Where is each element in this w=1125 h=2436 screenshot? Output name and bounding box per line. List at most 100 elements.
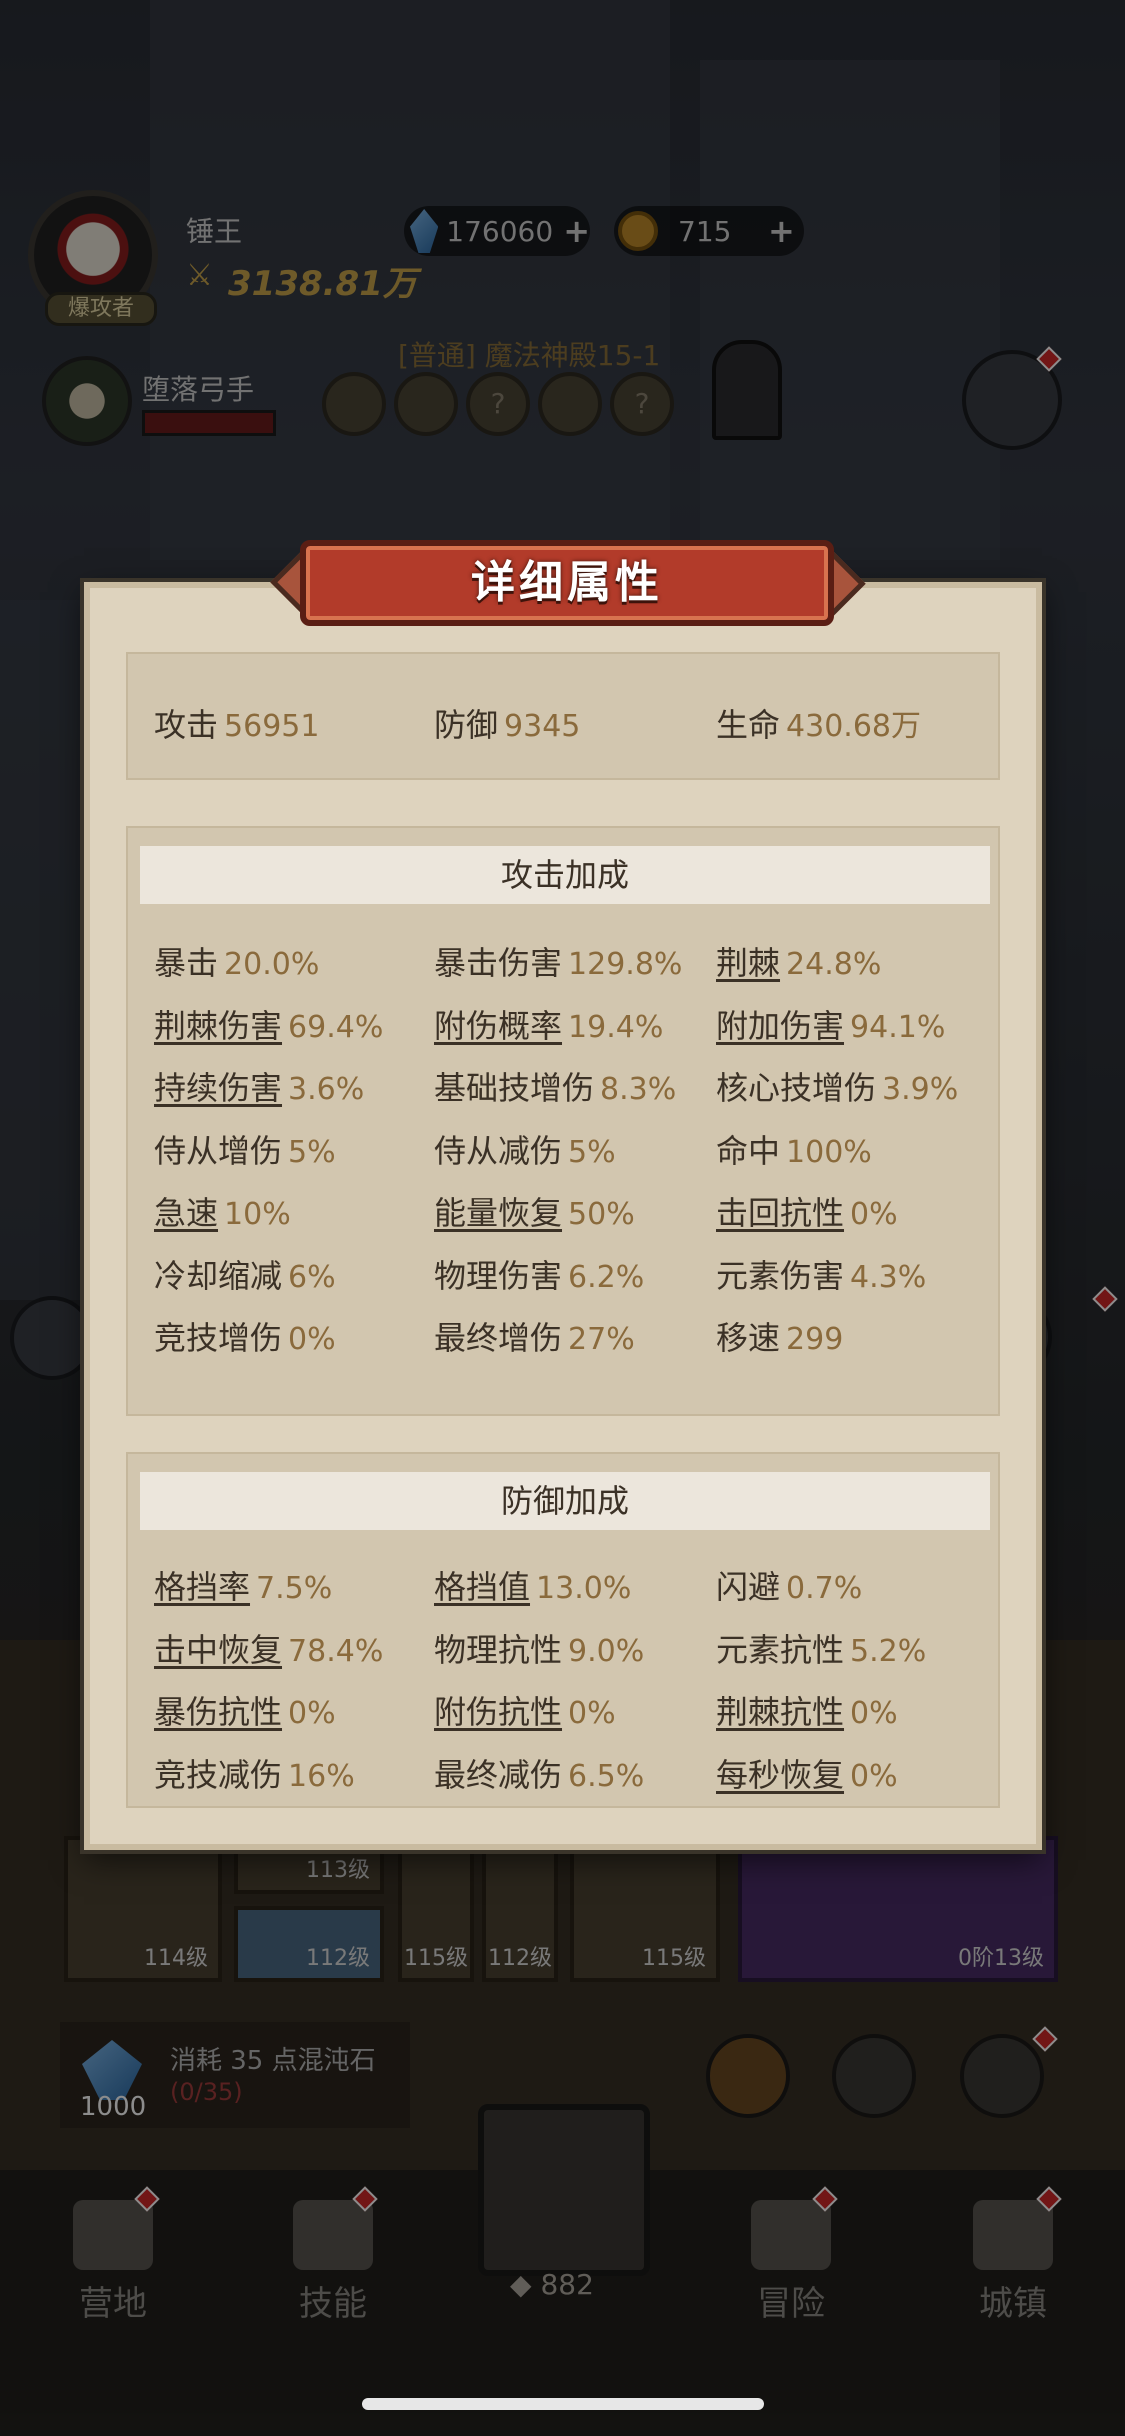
- stat-label: 最终增伤: [434, 1319, 563, 1357]
- stat-label: 急速: [154, 1194, 219, 1232]
- stat-item: 最终增伤 27%: [434, 1313, 635, 1359]
- stat-item[interactable]: 格挡率 7.5%: [154, 1562, 332, 1608]
- stat-item: 暴击 20.0%: [154, 938, 319, 984]
- stat-value: 8.3%: [600, 1072, 677, 1107]
- stat-item[interactable]: 急速 10%: [154, 1188, 291, 1234]
- stat-value: 69.4%: [288, 1009, 384, 1045]
- stat-value: 299: [786, 1322, 844, 1357]
- stat-value: 3.9%: [882, 1072, 959, 1107]
- stat-value: 5%: [288, 1134, 336, 1170]
- stat-label: 格挡值: [434, 1568, 531, 1606]
- stat-value: 0%: [850, 1197, 898, 1232]
- stat-item: 物理伤害 6.2%: [434, 1251, 644, 1297]
- stat-value: 3.6%: [288, 1072, 365, 1107]
- stat-label: 附伤概率: [434, 1006, 563, 1045]
- stat-label: 荆棘抗性: [716, 1693, 845, 1731]
- defense-section-title: 防御加成: [140, 1472, 990, 1530]
- stat-value: 0.7%: [786, 1571, 863, 1606]
- stat-label: 暴击伤害: [434, 944, 563, 982]
- stat-label: 基础技增伤: [434, 1069, 595, 1107]
- stat-value: 27%: [568, 1322, 635, 1357]
- stat-value: 0%: [850, 1696, 898, 1731]
- stat-item[interactable]: 持续伤害 3.6%: [154, 1063, 364, 1109]
- stat-value: 0%: [288, 1322, 336, 1357]
- stat-value: 19.4%: [568, 1009, 664, 1045]
- attack-bonus-section: 攻击加成 暴击 20.0% 暴击伤害 129.8% 荆棘 24.8% 荆棘伤害 69.4% 附伤…: [126, 826, 1000, 1416]
- stat-value: 9.0%: [568, 1633, 645, 1669]
- stat-item[interactable]: 附伤概率 19.4%: [434, 1001, 663, 1047]
- stat-item[interactable]: 荆棘 24.8%: [716, 938, 881, 984]
- modal-title: 详细属性: [471, 557, 663, 608]
- stat-value: 6.5%: [568, 1758, 645, 1794]
- stat-label: 移速: [716, 1319, 781, 1357]
- stat-label: 附伤抗性: [434, 1693, 563, 1731]
- stat-label: 附加伤害: [716, 1006, 845, 1045]
- stat-label: 最终减伤: [434, 1755, 563, 1794]
- home-indicator: [362, 2398, 764, 2410]
- stat-value: 94.1%: [850, 1009, 946, 1045]
- stat-item: 物理抗性 9.0%: [434, 1625, 644, 1671]
- summary-attack: 攻击 56951: [154, 706, 320, 744]
- summary-health: 生命 430.68万: [716, 706, 921, 744]
- stat-value: 10%: [224, 1197, 291, 1232]
- stat-item: 闪避 0.7%: [716, 1562, 862, 1608]
- stat-value: 7.5%: [256, 1571, 333, 1606]
- stat-value: 0%: [288, 1696, 336, 1731]
- stat-item: 移速 299: [716, 1313, 843, 1359]
- stat-item: 暴击伤害 129.8%: [434, 938, 682, 984]
- stat-value: 5%: [568, 1134, 616, 1170]
- attack-section-title: 攻击加成: [140, 846, 990, 904]
- stat-item[interactable]: 附伤抗性 0%: [434, 1687, 616, 1733]
- stat-label: 核心技增伤: [716, 1069, 877, 1107]
- stat-value: 100%: [786, 1134, 872, 1170]
- summary-stats: 攻击 56951 防御 9345 生命 430.68万: [126, 652, 1000, 780]
- stat-label: 闪避: [716, 1568, 781, 1606]
- stat-label: 冷却缩减: [154, 1256, 283, 1295]
- stat-item: 侍从增伤 5%: [154, 1126, 336, 1172]
- stat-label: 侍从增伤: [154, 1131, 283, 1170]
- stat-label: 能量恢复: [434, 1194, 563, 1232]
- stat-item[interactable]: 能量恢复 50%: [434, 1188, 635, 1234]
- stat-label: 荆棘: [716, 944, 781, 982]
- stat-value: 6.2%: [568, 1259, 645, 1295]
- stat-item[interactable]: 荆棘抗性 0%: [716, 1687, 898, 1733]
- stat-value: 24.8%: [786, 947, 882, 982]
- stat-item[interactable]: 荆棘伤害 69.4%: [154, 1001, 383, 1047]
- stat-item: 竞技减伤 16%: [154, 1750, 355, 1796]
- stat-label: 物理抗性: [434, 1630, 563, 1669]
- stat-label: 物理伤害: [434, 1256, 563, 1295]
- stat-label: 持续伤害: [154, 1069, 283, 1107]
- summary-defense: 防御 9345: [434, 706, 581, 744]
- stat-label: 每秒恢复: [716, 1755, 845, 1794]
- stat-value: 20.0%: [224, 947, 320, 982]
- stat-value: 50%: [568, 1197, 635, 1232]
- stat-item[interactable]: 击回抗性 0%: [716, 1188, 898, 1234]
- stat-value: 78.4%: [288, 1633, 384, 1669]
- stat-value: 0%: [568, 1696, 616, 1731]
- stat-label: 竞技减伤: [154, 1755, 283, 1794]
- stat-item: 核心技增伤 3.9%: [716, 1063, 958, 1109]
- stat-label: 元素抗性: [716, 1630, 845, 1669]
- stat-label: 侍从减伤: [434, 1131, 563, 1170]
- stat-item[interactable]: 附加伤害 94.1%: [716, 1001, 945, 1047]
- stat-label: 暴击: [154, 944, 219, 982]
- stat-item: 命中 100%: [716, 1126, 872, 1172]
- stat-item[interactable]: 格挡值 13.0%: [434, 1562, 631, 1608]
- stat-value: 4.3%: [850, 1259, 927, 1295]
- stat-value: 5.2%: [850, 1633, 927, 1669]
- stat-label: 暴伤抗性: [154, 1693, 283, 1731]
- stat-item[interactable]: 击中恢复 78.4%: [154, 1625, 383, 1671]
- stat-value: 13.0%: [536, 1571, 632, 1606]
- stat-value: 129.8%: [568, 947, 683, 982]
- stat-label: 元素伤害: [716, 1256, 845, 1295]
- stat-label: 击回抗性: [716, 1194, 845, 1232]
- stat-label: 击中恢复: [154, 1630, 283, 1669]
- stat-item: 冷却缩减 6%: [154, 1251, 336, 1297]
- stat-value: 6%: [288, 1259, 336, 1295]
- stat-item: 侍从减伤 5%: [434, 1126, 616, 1172]
- stat-label: 格挡率: [154, 1568, 251, 1606]
- stat-item: 基础技增伤 8.3%: [434, 1063, 676, 1109]
- stat-label: 命中: [716, 1131, 781, 1170]
- stat-item[interactable]: 每秒恢复 0%: [716, 1750, 898, 1796]
- stat-item[interactable]: 暴伤抗性 0%: [154, 1687, 336, 1733]
